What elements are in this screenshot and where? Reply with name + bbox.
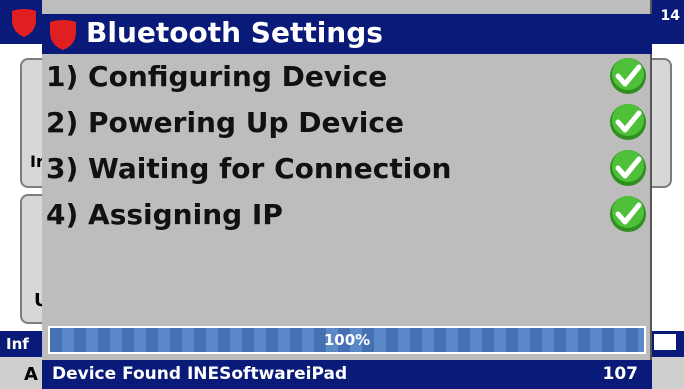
step-label: 2) Powering Up Device <box>46 106 404 139</box>
shield-icon <box>12 9 36 37</box>
step-item: 1) Configuring Device <box>46 56 648 100</box>
step-label: 4) Assigning IP <box>46 198 283 231</box>
check-icon <box>610 58 646 94</box>
progress-text: 100% <box>323 331 371 349</box>
bluetooth-settings-dialog: Bluetooth Settings 1) Configuring Device… <box>42 0 652 389</box>
step-item: 3) Waiting for Connection <box>46 148 648 192</box>
step-label: 3) Waiting for Connection <box>46 152 452 185</box>
status-text: Device Found INESoftwareiPad <box>52 364 348 384</box>
background-bottom-button <box>650 360 682 388</box>
clock-fragment: 14 <box>660 8 680 24</box>
step-item: 2) Powering Up Device <box>46 102 648 146</box>
check-icon <box>610 150 646 186</box>
progress-bar: 100% <box>48 326 646 354</box>
dialog-title: Bluetooth Settings <box>86 16 383 49</box>
step-label: 1) Configuring Device <box>46 60 388 93</box>
background-status-fragment: Inf <box>6 335 29 353</box>
check-icon <box>610 196 646 232</box>
dialog-status-bar: Device Found INESoftwareiPad 107 <box>42 360 652 389</box>
check-icon <box>610 104 646 140</box>
status-number: 107 <box>602 364 639 384</box>
shield-icon <box>50 20 76 50</box>
step-item: 4) Assigning IP <box>46 194 648 238</box>
dialog-title-bar: Bluetooth Settings <box>42 14 652 54</box>
background-bottom-fragment: A <box>24 364 38 385</box>
keyboard-icon <box>652 332 678 352</box>
